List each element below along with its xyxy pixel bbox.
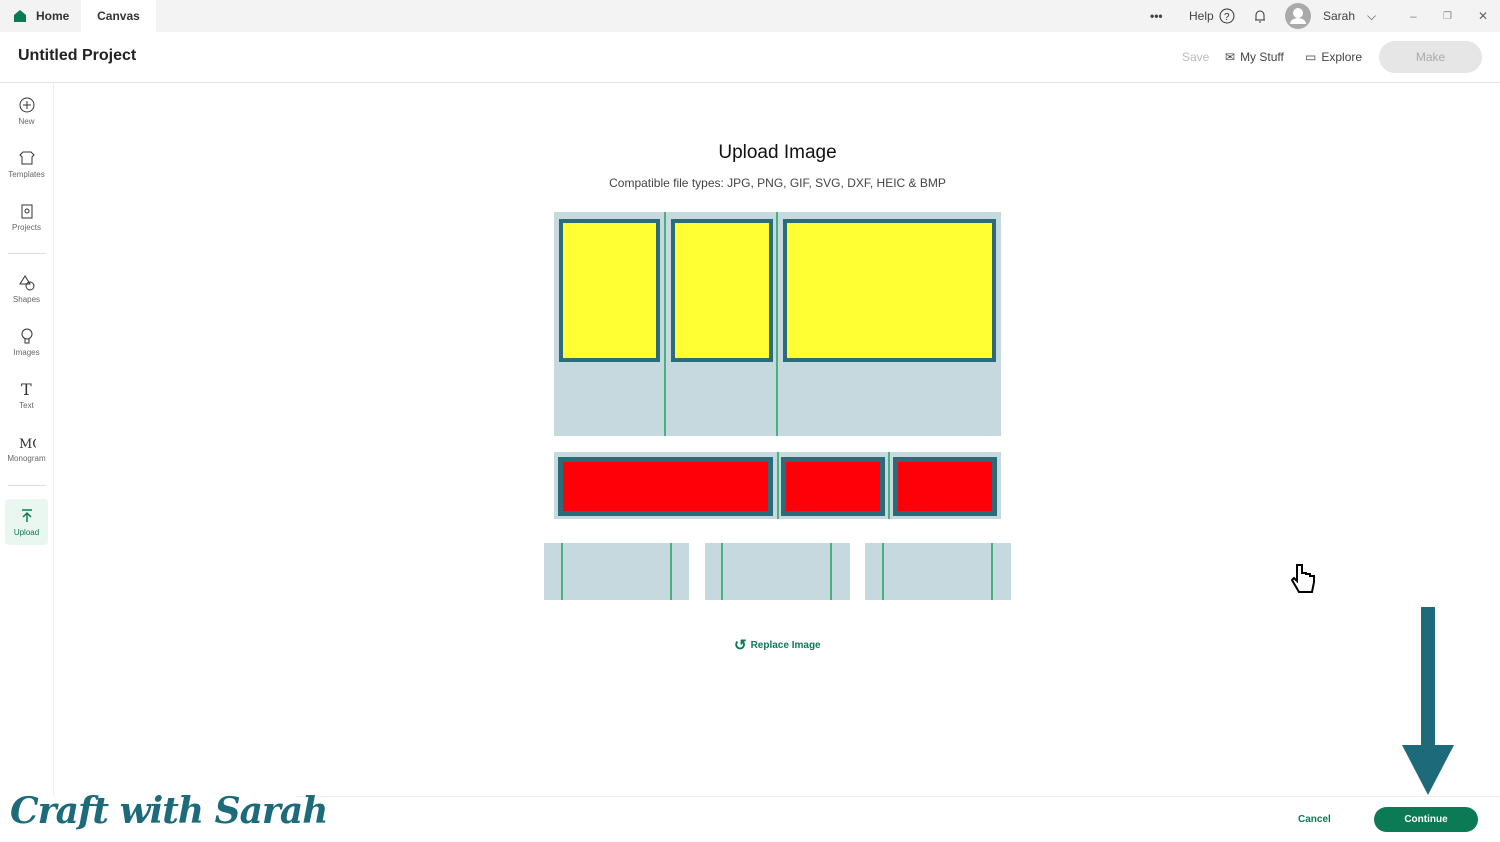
- sidebar-label: Projects: [12, 223, 41, 232]
- explore-icon: ▭: [1305, 50, 1317, 64]
- close-button[interactable]: ✕: [1478, 0, 1488, 32]
- more-menu-button[interactable]: •••: [1150, 0, 1163, 32]
- sidebar-item-text[interactable]: T Text: [5, 380, 48, 410]
- upload-title: Upload Image: [718, 142, 837, 163]
- footer-divider: [296, 796, 1500, 797]
- upload-icon: [21, 509, 32, 522]
- sidebar-label: New: [18, 117, 35, 126]
- svg-text:MG: MG: [19, 437, 36, 451]
- green-line: [561, 543, 563, 600]
- image-region: [705, 543, 850, 600]
- tab-home-label: Home: [36, 9, 70, 23]
- svg-text:T: T: [21, 380, 32, 398]
- file-types-text: Compatible file types: JPG, PNG, GIF, SV…: [609, 176, 946, 190]
- green-line: [777, 452, 779, 519]
- red-rect: [781, 457, 885, 516]
- plus-circle-icon: [19, 97, 34, 113]
- sidebar-label: Monogram: [7, 454, 46, 463]
- sidebar-item-projects[interactable]: Projects: [5, 202, 48, 232]
- yellow-rect: [559, 219, 660, 362]
- tab-bar: Home Canvas ••• Help ? Sarah ⌵ – ❐ ✕: [0, 0, 1500, 32]
- image-region: [865, 543, 1011, 600]
- sidebar-item-images[interactable]: Images: [5, 327, 48, 357]
- sidebar-label: Upload: [13, 528, 40, 537]
- tab-canvas-label: Canvas: [97, 9, 140, 23]
- bell-icon[interactable]: [1252, 0, 1268, 32]
- sidebar-label: Shapes: [12, 295, 41, 304]
- chevron-down-icon: ⌵: [1367, 8, 1377, 23]
- shapes-icon: [18, 275, 34, 291]
- sidebar-label: Text: [19, 401, 34, 410]
- make-button[interactable]: Make: [1379, 41, 1482, 73]
- help-button[interactable]: Help ?: [1189, 0, 1235, 32]
- sidebar-item-upload[interactable]: Upload: [5, 499, 48, 545]
- tab-home[interactable]: Home: [12, 0, 69, 32]
- my-stuff-button[interactable]: ✉ My Stuff: [1225, 50, 1284, 64]
- red-rect: [558, 457, 773, 516]
- monogram-icon: MG: [19, 437, 36, 451]
- replace-image-label: Replace Image: [750, 639, 821, 651]
- replace-image-button[interactable]: ↺ Replace Image: [734, 636, 821, 654]
- my-stuff-label: My Stuff: [1240, 50, 1284, 64]
- arrow-down-icon: [1402, 607, 1454, 795]
- watermark-logo: Craft with Sarah: [10, 790, 328, 832]
- yellow-rect: [783, 219, 996, 362]
- refresh-icon: ↺: [734, 637, 747, 654]
- tab-canvas[interactable]: Canvas: [81, 0, 156, 32]
- green-line: [776, 212, 778, 436]
- sidebar-divider: [8, 485, 46, 486]
- sidebar-item-monogram[interactable]: MG Monogram: [5, 433, 48, 463]
- sidebar-item-new[interactable]: New: [5, 96, 48, 126]
- green-line: [670, 543, 672, 600]
- avatar: [1285, 3, 1311, 29]
- sidebar-item-shapes[interactable]: Shapes: [5, 274, 48, 304]
- green-line: [882, 543, 884, 600]
- hand-cursor-icon: [1290, 564, 1315, 593]
- green-line: [664, 212, 666, 436]
- minimize-button[interactable]: –: [1410, 0, 1417, 32]
- svg-text:?: ?: [1224, 12, 1230, 23]
- image-region: [544, 543, 689, 600]
- sidebar-divider: [8, 253, 46, 254]
- clipboard-icon: [21, 204, 32, 219]
- user-name: Sarah: [1323, 9, 1356, 23]
- explore-button[interactable]: ▭ Explore: [1305, 50, 1362, 64]
- green-line: [830, 543, 832, 600]
- save-button[interactable]: Save: [1182, 50, 1209, 64]
- text-icon: T: [21, 380, 32, 398]
- home-icon: [14, 10, 26, 22]
- explore-label: Explore: [1321, 50, 1363, 64]
- red-rect: [893, 457, 997, 516]
- project-title[interactable]: Untitled Project: [18, 47, 136, 65]
- sidebar-label: Images: [13, 348, 40, 357]
- restore-button[interactable]: ❐: [1443, 0, 1452, 32]
- lightbulb-icon: [21, 328, 32, 344]
- user-menu[interactable]: Sarah ⌵: [1285, 0, 1376, 32]
- help-label: Help: [1189, 9, 1214, 23]
- continue-button[interactable]: Continue: [1374, 807, 1478, 832]
- help-icon: ?: [1219, 8, 1235, 24]
- cancel-button[interactable]: Cancel: [1298, 814, 1331, 825]
- yellow-rect: [671, 219, 773, 362]
- green-line: [991, 543, 993, 600]
- green-line: [721, 543, 723, 600]
- green-line: [888, 452, 890, 519]
- inbox-icon: ✉: [1225, 50, 1236, 64]
